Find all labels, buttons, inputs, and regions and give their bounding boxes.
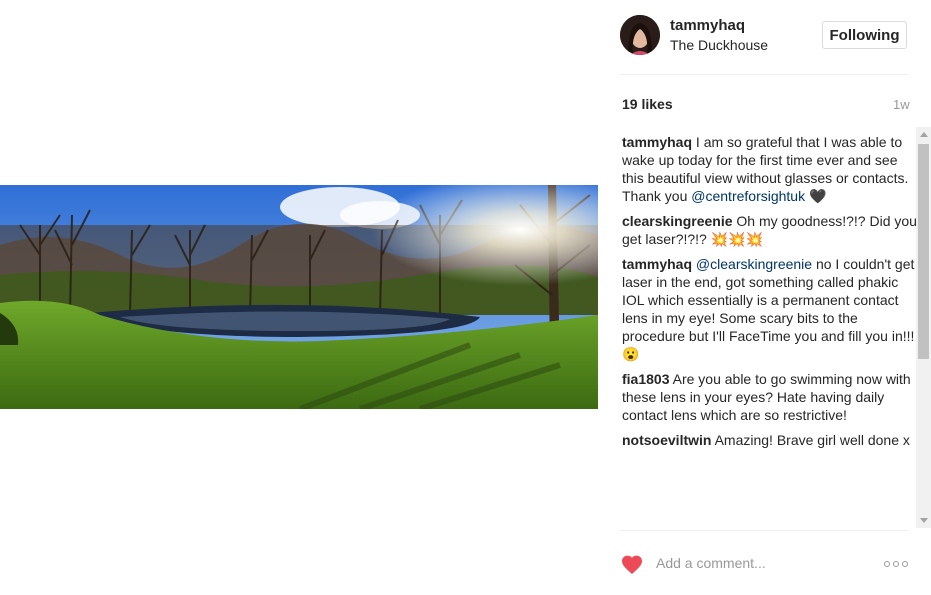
add-comment-input[interactable]: Add a comment... <box>656 555 766 571</box>
panorama-park-lake-image <box>0 185 598 409</box>
comment-username[interactable]: tammyhaq <box>622 256 692 272</box>
post-time[interactable]: 1w <box>893 97 910 112</box>
scroll-up-arrow-icon[interactable] <box>920 132 928 137</box>
comment-mention[interactable]: @centreforsightuk <box>691 188 805 204</box>
comment: fia1803 Are you able to go swimming now … <box>622 370 918 424</box>
avatar-image <box>620 15 660 55</box>
footer-divider <box>620 530 908 531</box>
comment: notsoeviltwin Amazing! Brave girl well d… <box>622 431 918 449</box>
profile-avatar[interactable] <box>620 15 660 55</box>
comment-text: Amazing! Brave girl well done x <box>714 432 910 448</box>
comment-username[interactable]: tammyhaq <box>622 134 692 150</box>
comments-scrollbar[interactable] <box>916 127 931 528</box>
comment-username[interactable]: notsoeviltwin <box>622 432 711 448</box>
post-username[interactable]: tammyhaq <box>670 17 745 34</box>
comment-username[interactable]: fia1803 <box>622 371 669 387</box>
comment-mention[interactable]: @clearskingreenie <box>696 256 812 272</box>
scrollbar-thumb[interactable] <box>918 144 929 359</box>
scroll-down-arrow-icon[interactable] <box>920 518 928 523</box>
comments-list: tammyhaq I am so grateful that I was abl… <box>622 133 918 526</box>
comment-text-after: 🖤 <box>805 188 827 204</box>
photo-area <box>0 0 598 595</box>
post-header: tammyhaq The Duckhouse Following <box>598 0 931 74</box>
more-options-icon[interactable] <box>884 561 910 567</box>
comment: tammyhaq @clearskingreenie no I couldn't… <box>622 255 918 363</box>
comment: clearskingreenie Oh my goodness!?!? Did … <box>622 212 918 248</box>
dot-icon <box>893 561 899 567</box>
comment-username[interactable]: clearskingreenie <box>622 213 733 229</box>
comment: tammyhaq I am so grateful that I was abl… <box>622 133 918 205</box>
post-location[interactable]: The Duckhouse <box>670 37 768 53</box>
likes-count[interactable]: 19 likes <box>622 96 673 112</box>
heart-icon[interactable] <box>620 553 644 575</box>
post-details-panel: tammyhaq The Duckhouse Following 19 like… <box>598 0 931 595</box>
dot-icon <box>884 561 890 567</box>
post-photo[interactable] <box>0 185 598 409</box>
dot-icon <box>902 561 908 567</box>
following-button[interactable]: Following <box>822 21 907 49</box>
header-divider <box>620 74 908 75</box>
